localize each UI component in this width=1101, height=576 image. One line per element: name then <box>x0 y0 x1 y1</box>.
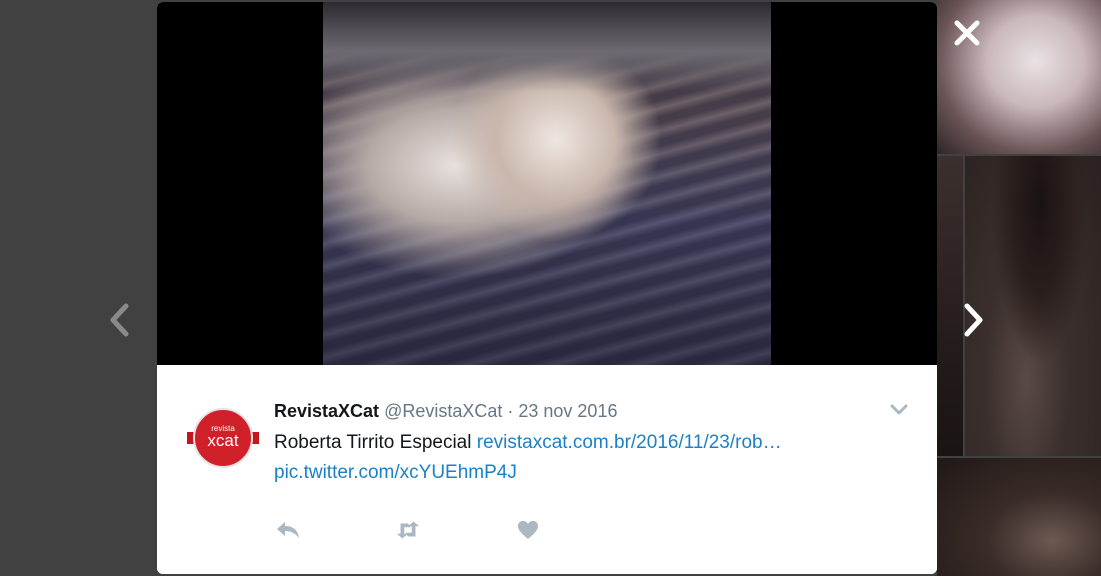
author-name[interactable]: RevistaXCat <box>274 401 379 421</box>
media-modal: revista xcat RevistaXCat @RevistaXCat · … <box>157 2 937 574</box>
tweet-card: revista xcat RevistaXCat @RevistaXCat · … <box>157 365 937 574</box>
retweet-icon <box>396 521 420 539</box>
xcat-logo: revista xcat <box>187 408 259 468</box>
heart-icon <box>518 521 538 539</box>
avatar[interactable]: revista xcat <box>187 408 259 468</box>
author-handle[interactable]: @RevistaXCat <box>384 401 502 421</box>
tweet-body: Roberta Tirrito Especial <box>274 432 477 453</box>
article-link[interactable]: revistaxcat.com.br/2016/11/23/rob… <box>477 432 782 453</box>
like-button[interactable] <box>514 518 542 542</box>
tweet-date[interactable]: 23 nov 2016 <box>518 401 617 421</box>
more-options-button[interactable] <box>887 400 911 420</box>
reply-button[interactable] <box>274 518 302 542</box>
tweet-header: RevistaXCat @RevistaXCat · 23 nov 2016 <box>274 400 617 422</box>
next-button[interactable] <box>959 300 989 340</box>
tweet-text: Roberta Tirrito Especial revistaxcat.com… <box>274 428 914 488</box>
close-icon <box>954 20 980 46</box>
reply-icon <box>277 522 299 538</box>
pic-link[interactable]: pic.twitter.com/xcYUEhmP4J <box>274 462 517 483</box>
close-button[interactable] <box>948 14 986 52</box>
chevron-left-icon <box>110 303 129 337</box>
header-separator: · <box>502 401 519 421</box>
tweet-actions <box>274 518 634 542</box>
tweet-photo[interactable] <box>323 2 771 365</box>
retweet-button[interactable] <box>394 518 422 542</box>
gallery-thumbnail <box>937 458 1101 576</box>
previous-button[interactable] <box>104 300 134 340</box>
avatar-logo-main: xcat <box>207 431 238 450</box>
media-viewer <box>157 2 937 365</box>
chevron-down-icon <box>890 404 908 415</box>
photo-background <box>323 2 771 92</box>
chevron-right-icon <box>964 303 983 337</box>
